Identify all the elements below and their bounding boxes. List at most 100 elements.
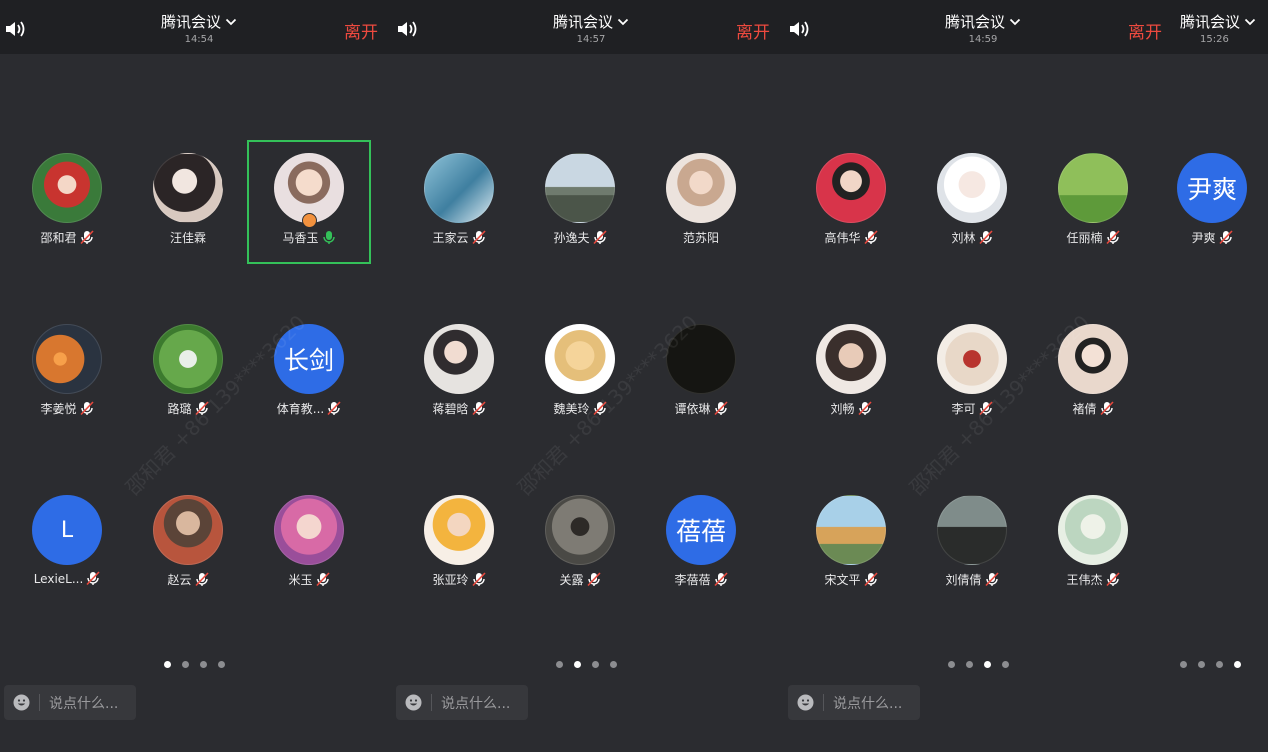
avatar[interactable] — [545, 495, 615, 565]
participant-tile[interactable]: 刘畅 — [789, 311, 913, 435]
meeting-time: 14:54 — [184, 34, 214, 45]
page-dot[interactable] — [592, 661, 599, 668]
page-dot[interactable] — [1198, 661, 1205, 668]
avatar[interactable] — [666, 324, 736, 394]
avatar[interactable] — [545, 324, 615, 394]
page-dot[interactable] — [610, 661, 617, 668]
page-dot[interactable] — [1234, 661, 1241, 668]
participant-name: 路璐 — [167, 402, 192, 416]
participant-tile[interactable]: 孙逸夫 — [518, 140, 642, 264]
avatar[interactable] — [424, 324, 494, 394]
participant-tile[interactable]: 关露 — [518, 482, 642, 606]
participant-tile[interactable]: 蓓蓓 李蓓蓓 — [639, 482, 763, 606]
emoji-icon[interactable] — [13, 694, 30, 711]
avatar[interactable] — [424, 495, 494, 565]
page-dot[interactable] — [966, 661, 973, 668]
page-dot[interactable] — [574, 661, 581, 668]
mic-muted-icon — [86, 571, 100, 586]
page-dot[interactable] — [1180, 661, 1187, 668]
page-dot[interactable] — [984, 661, 991, 668]
speaker-icon[interactable] — [4, 19, 28, 39]
chat-input[interactable]: 说点什么... — [4, 685, 136, 720]
meeting-title-block[interactable]: 腾讯会议 14:54 — [144, 11, 254, 45]
speaker-icon[interactable] — [396, 19, 420, 39]
participant-tile[interactable]: 汪佳霖 — [126, 140, 250, 264]
participant-tile[interactable]: 刘倩倩 — [910, 482, 1034, 606]
avatar[interactable] — [1058, 324, 1128, 394]
participant-tile[interactable]: 范苏阳 — [639, 140, 763, 264]
leave-button[interactable]: 离开 — [1128, 18, 1162, 43]
participant-tile[interactable]: 尹爽 尹爽 — [1176, 140, 1268, 264]
avatar[interactable] — [153, 495, 223, 565]
meeting-title-block[interactable]: 腾讯会议 15:26 — [1180, 11, 1268, 45]
chevron-down-icon[interactable] — [1009, 18, 1021, 26]
avatar[interactable] — [1058, 495, 1128, 565]
avatar[interactable] — [153, 153, 223, 223]
meeting-title-block[interactable]: 腾讯会议 14:59 — [928, 11, 1038, 45]
avatar[interactable] — [816, 153, 886, 223]
page-dot[interactable] — [164, 661, 171, 668]
avatar[interactable] — [816, 324, 886, 394]
participant-tile[interactable]: 宋文平 — [789, 482, 913, 606]
avatar[interactable] — [937, 324, 1007, 394]
participant-tile[interactable]: 王伟杰 — [1031, 482, 1155, 606]
chevron-down-icon[interactable] — [225, 18, 237, 26]
emoji-icon[interactable] — [405, 694, 422, 711]
page-dot[interactable] — [1216, 661, 1223, 668]
avatar[interactable]: L — [32, 495, 102, 565]
meeting-title-row[interactable]: 腾讯会议 — [553, 11, 629, 32]
page-dot[interactable] — [1002, 661, 1009, 668]
participant-tile[interactable]: 王家云 — [397, 140, 521, 264]
chat-input[interactable]: 说点什么... — [396, 685, 528, 720]
participant-tile[interactable]: 褚倩 — [1031, 311, 1155, 435]
page-dot[interactable] — [200, 661, 207, 668]
avatar[interactable] — [666, 153, 736, 223]
participant-tile[interactable]: 邵和君 — [5, 140, 129, 264]
participant-tile[interactable]: 路璐 — [126, 311, 250, 435]
avatar[interactable] — [937, 153, 1007, 223]
participant-tile[interactable]: 马香玉 — [247, 140, 371, 264]
avatar[interactable] — [153, 324, 223, 394]
page-dot[interactable] — [556, 661, 563, 668]
avatar[interactable] — [424, 153, 494, 223]
chat-input[interactable]: 说点什么... — [788, 685, 920, 720]
participant-tile[interactable]: 米玉 — [247, 482, 371, 606]
emoji-icon[interactable] — [797, 694, 814, 711]
participant-tile[interactable]: 魏美玲 — [518, 311, 642, 435]
chevron-down-icon[interactable] — [617, 18, 629, 26]
chevron-down-icon[interactable] — [1244, 18, 1256, 26]
participant-tile[interactable]: 任丽楠 — [1031, 140, 1155, 264]
participant-tile[interactable]: 长剑 体育教... — [247, 311, 371, 435]
leave-button[interactable]: 离开 — [736, 18, 770, 43]
avatar[interactable]: 长剑 — [274, 324, 344, 394]
meeting-title: 腾讯会议 — [944, 13, 1005, 31]
leave-button[interactable]: 离开 — [344, 18, 378, 43]
speaker-icon[interactable] — [788, 19, 812, 39]
avatar[interactable] — [32, 153, 102, 223]
participant-tile[interactable]: 蒋碧晗 — [397, 311, 521, 435]
participant-tile[interactable]: L LexieL... — [5, 482, 129, 606]
meeting-title-row[interactable]: 腾讯会议 — [1180, 11, 1256, 32]
participant-tile[interactable]: 刘林 — [910, 140, 1034, 264]
avatar[interactable]: 蓓蓓 — [666, 495, 736, 565]
participant-tile[interactable]: 谭依琳 — [639, 311, 763, 435]
avatar[interactable] — [545, 153, 615, 223]
avatar[interactable] — [1058, 153, 1128, 223]
page-dot[interactable] — [218, 661, 225, 668]
page-dot[interactable] — [948, 661, 955, 668]
avatar[interactable] — [816, 495, 886, 565]
meeting-title-row[interactable]: 腾讯会议 — [945, 11, 1021, 32]
meeting-title-row[interactable]: 腾讯会议 — [161, 11, 237, 32]
avatar[interactable] — [274, 495, 344, 565]
avatar[interactable] — [32, 324, 102, 394]
participant-tile[interactable]: 李可 — [910, 311, 1034, 435]
meeting-title-block[interactable]: 腾讯会议 14:57 — [536, 11, 646, 45]
participant-tile[interactable]: 李姜悦 — [5, 311, 129, 435]
avatar[interactable]: 尹爽 — [1177, 153, 1247, 223]
avatar[interactable] — [937, 495, 1007, 565]
participant-tile[interactable]: 高伟华 — [789, 140, 913, 264]
participant-name: 刘林 — [951, 231, 976, 245]
participant-tile[interactable]: 张亚玲 — [397, 482, 521, 606]
page-dot[interactable] — [182, 661, 189, 668]
participant-tile[interactable]: 赵云 — [126, 482, 250, 606]
